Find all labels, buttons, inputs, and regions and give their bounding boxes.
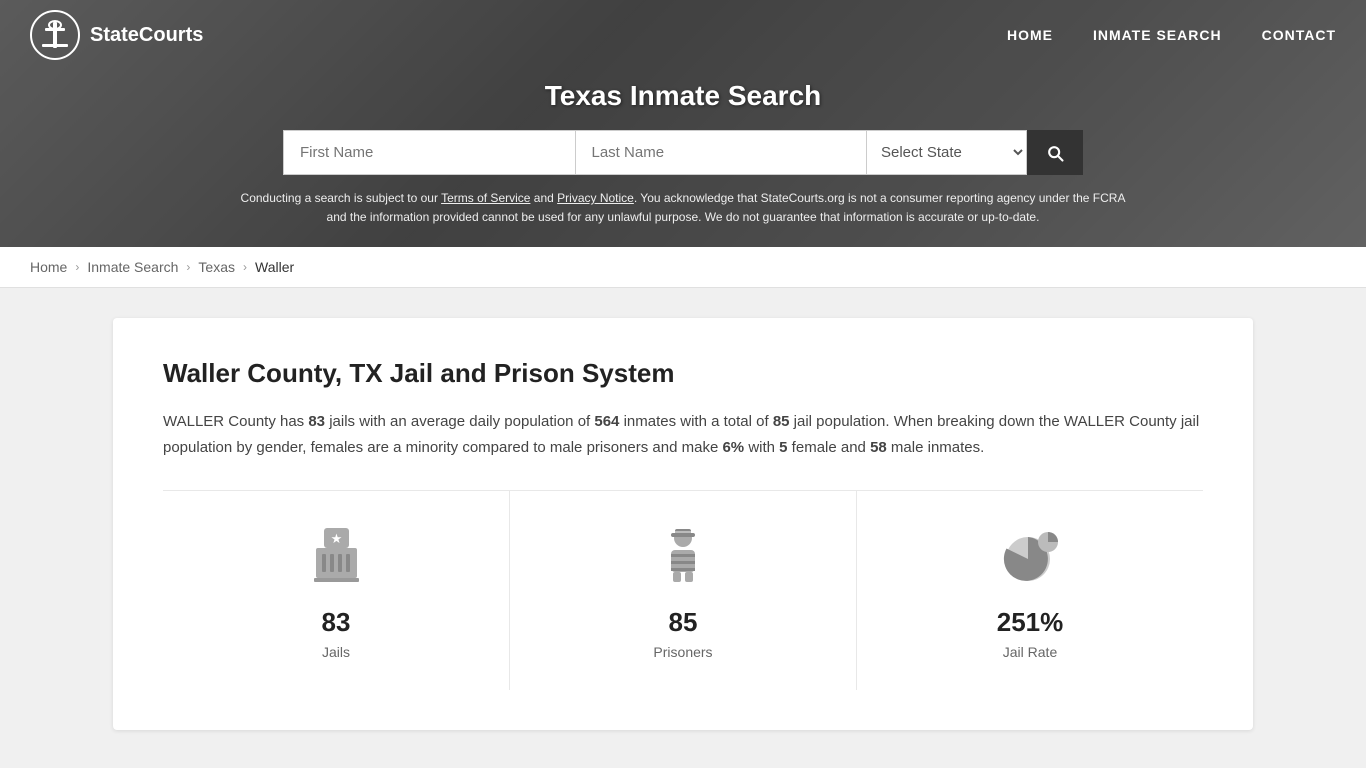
stat-jails-label: Jails — [322, 644, 350, 660]
breadcrumb-inmate-search[interactable]: Inmate Search — [87, 259, 178, 275]
county-title: Waller County, TX Jail and Prison System — [163, 358, 1203, 389]
breadcrumb-state[interactable]: Texas — [198, 259, 235, 275]
stats-row: ★ 83 Jails — [163, 490, 1203, 690]
desc-text1: jails with an average daily population o… — [325, 413, 594, 430]
main-nav: StateCourts HOME INMATE SEARCH CONTACT — [0, 0, 1366, 70]
desc-text5: female and — [788, 439, 871, 456]
breadcrumb: Home › Inmate Search › Texas › Waller — [0, 247, 1366, 288]
content-card: Waller County, TX Jail and Prison System… — [113, 318, 1253, 730]
terms-link[interactable]: Terms of Service — [441, 191, 530, 205]
last-name-input[interactable] — [575, 130, 868, 175]
page-title: Texas Inmate Search — [20, 80, 1346, 112]
header-content: StateCourts HOME INMATE SEARCH CONTACT T… — [0, 0, 1366, 247]
desc-text4: with — [744, 439, 779, 456]
stat-jails: ★ 83 Jails — [163, 491, 510, 690]
breadcrumb-chevron-1: › — [75, 260, 79, 274]
state-select[interactable]: Select State Alabama Alaska Arizona Arka… — [867, 130, 1027, 175]
disclaimer-prefix: Conducting a search is subject to our — [241, 191, 442, 205]
nav-links: HOME INMATE SEARCH CONTACT — [1007, 27, 1336, 43]
stat-jail-rate: 251% Jail Rate — [857, 491, 1203, 690]
breadcrumb-chevron-3: › — [243, 260, 247, 274]
breadcrumb-chevron-2: › — [186, 260, 190, 274]
logo-link[interactable]: StateCourts — [30, 10, 203, 60]
svg-text:★: ★ — [330, 531, 342, 546]
main-content: Waller County, TX Jail and Prison System… — [93, 318, 1273, 730]
prisoner-svg — [651, 524, 716, 589]
jail-icon: ★ — [301, 521, 371, 591]
breadcrumb-current: Waller — [255, 259, 294, 275]
search-bar: Select State Alabama Alaska Arizona Arka… — [283, 130, 1083, 175]
desc-female-pct: 6% — [722, 439, 744, 456]
desc-text6: male inmates. — [887, 439, 985, 456]
stat-rate-label: Jail Rate — [1003, 644, 1057, 660]
county-description: WALLER County has 83 jails with an avera… — [163, 409, 1203, 460]
jail-svg: ★ — [304, 524, 369, 589]
nav-inmate-search[interactable]: INMATE SEARCH — [1093, 27, 1222, 43]
search-area: Texas Inmate Search Select State Alabama… — [0, 70, 1366, 247]
prisoner-icon — [648, 521, 718, 591]
pie-chart-icon — [995, 521, 1065, 591]
desc-prefix: WALLER County has — [163, 413, 308, 430]
nav-contact[interactable]: CONTACT — [1262, 27, 1336, 43]
search-icon — [1045, 143, 1065, 163]
disclaimer-and: and — [530, 191, 557, 205]
desc-female-count: 5 — [779, 439, 787, 456]
stat-rate-number: 251% — [997, 607, 1064, 638]
header: StateCourts HOME INMATE SEARCH CONTACT T… — [0, 0, 1366, 247]
logo-svg — [40, 20, 70, 50]
breadcrumb-home[interactable]: Home — [30, 259, 67, 275]
stat-prisoners-label: Prisoners — [653, 644, 712, 660]
stat-prisoners-number: 85 — [669, 607, 698, 638]
stat-jails-number: 83 — [322, 607, 351, 638]
desc-text2: inmates with a total of — [619, 413, 772, 430]
pie-svg — [998, 524, 1063, 589]
desc-avg-pop: 564 — [594, 413, 619, 430]
search-button[interactable] — [1027, 130, 1083, 175]
disclaimer-text: Conducting a search is subject to our Te… — [233, 189, 1133, 227]
desc-total-pop: 85 — [773, 413, 790, 430]
desc-male-count: 58 — [870, 439, 887, 456]
desc-jails-count: 83 — [308, 413, 325, 430]
stat-prisoners: 85 Prisoners — [510, 491, 857, 690]
privacy-link[interactable]: Privacy Notice — [557, 191, 634, 205]
logo-icon — [30, 10, 80, 60]
first-name-input[interactable] — [283, 130, 575, 175]
nav-home[interactable]: HOME — [1007, 27, 1053, 43]
site-name: StateCourts — [90, 24, 203, 47]
